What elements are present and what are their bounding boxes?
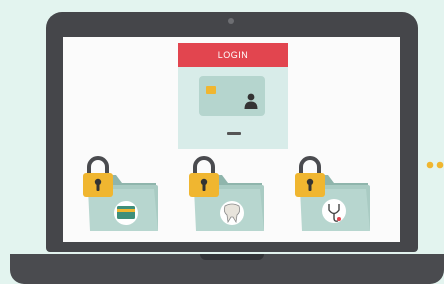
user-avatar-icon	[244, 93, 258, 109]
stethoscope-icon	[322, 199, 346, 223]
credit-card-icon	[114, 201, 138, 225]
tooth-icon	[220, 201, 244, 225]
login-button[interactable]: LOGIN	[178, 43, 288, 67]
locked-folder-dental[interactable]	[186, 155, 266, 235]
card-chip-icon	[206, 86, 216, 94]
laptop-notch	[200, 254, 264, 260]
padlock-icon	[83, 156, 113, 197]
padlock-icon	[295, 156, 325, 197]
padlock-icon	[189, 156, 219, 197]
ellipsis-icon	[426, 161, 444, 169]
locked-folder-medical[interactable]	[292, 155, 372, 235]
login-panel: LOGIN	[178, 43, 288, 149]
camera-icon	[228, 18, 234, 24]
locked-folder-card[interactable]	[80, 155, 160, 235]
login-dash	[227, 132, 241, 135]
id-card-icon	[199, 76, 265, 116]
